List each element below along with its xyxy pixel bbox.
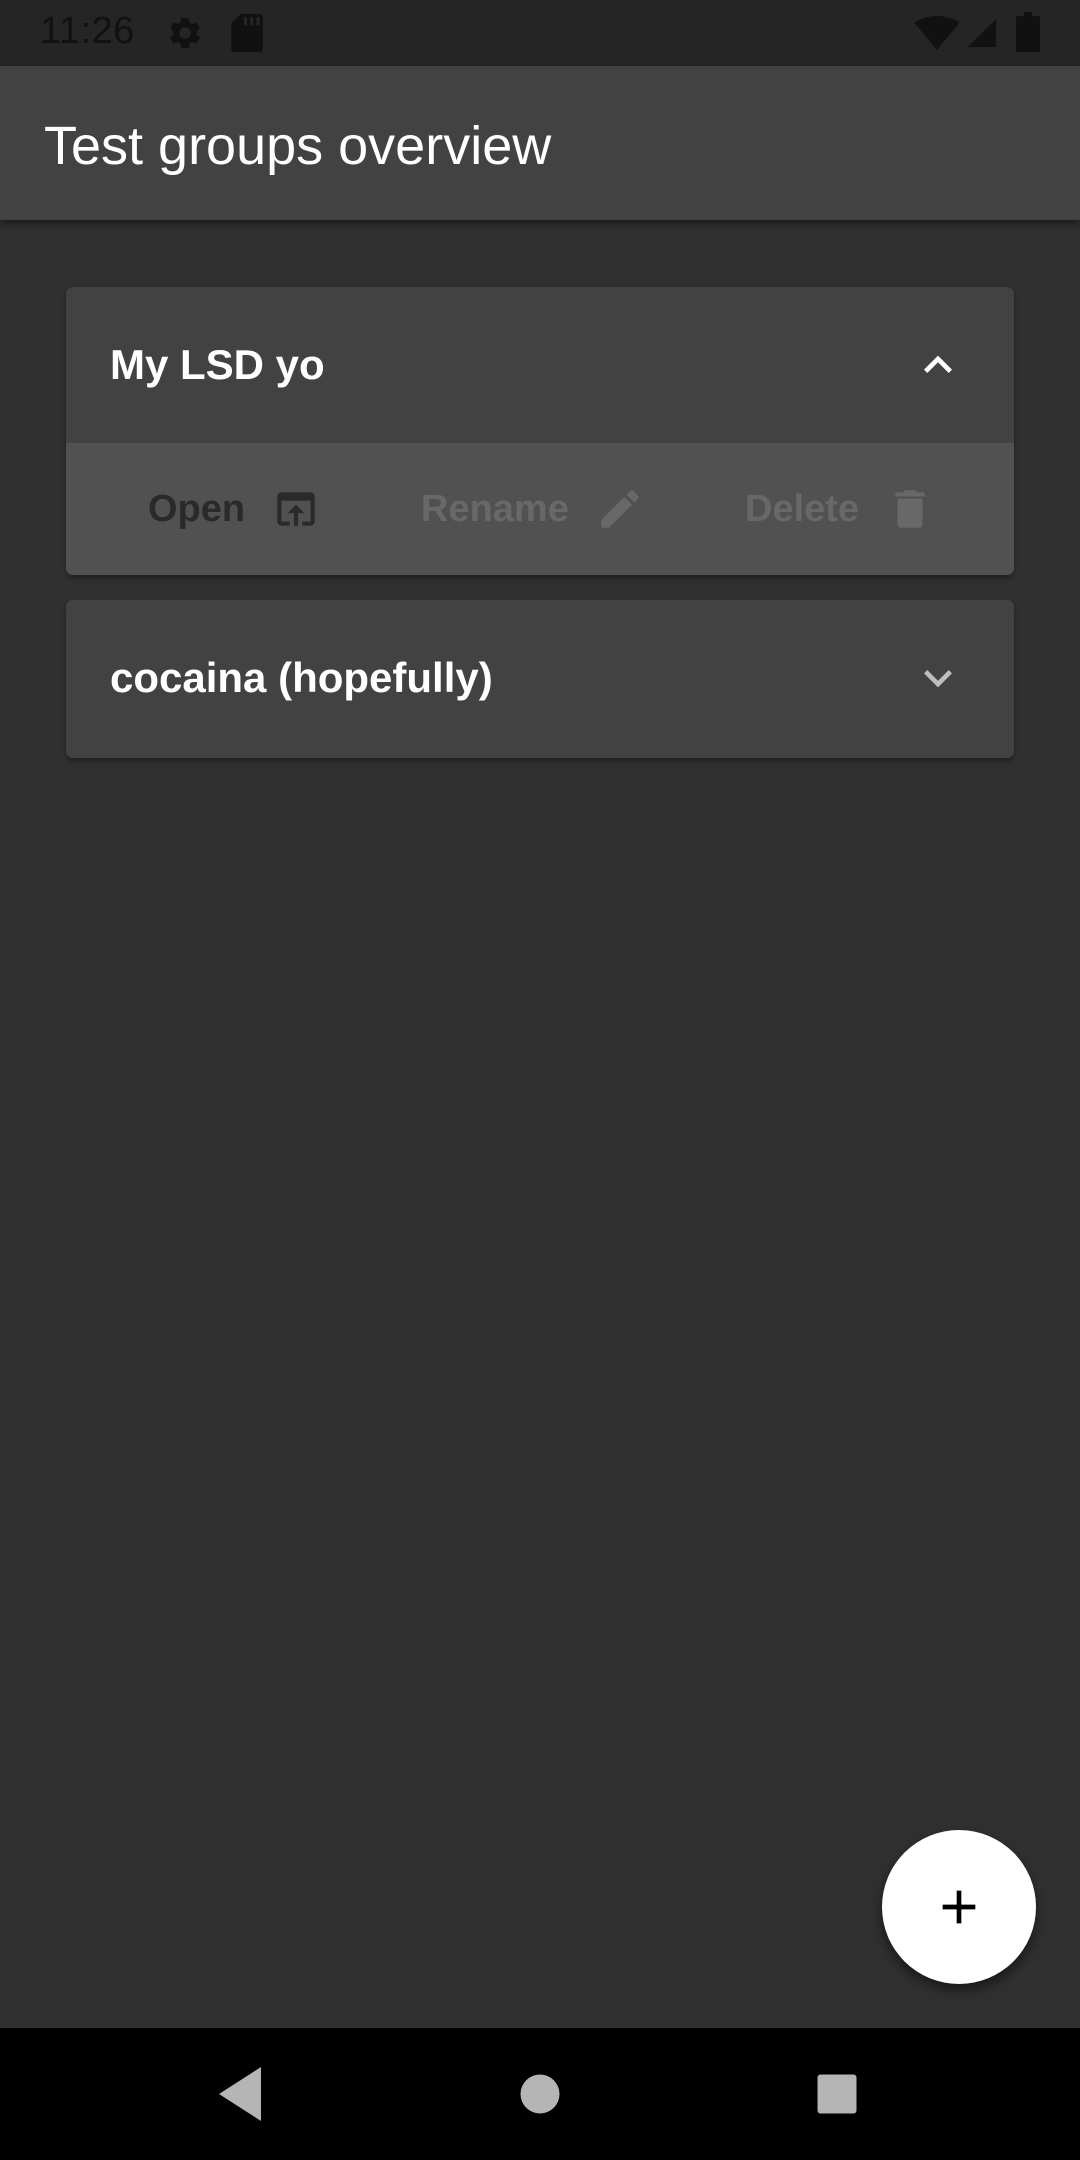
- page-title: Test groups overview: [44, 116, 552, 176]
- group-actions: Open Rename Delete: [66, 443, 1014, 575]
- recents-icon[interactable]: [801, 2058, 873, 2130]
- group-title: cocaina (hopefully): [110, 654, 493, 701]
- plus-icon: [942, 1890, 976, 1924]
- navigation-bar: [0, 2028, 1080, 2160]
- group-panel-2: cocaina (hopefully): [66, 600, 1014, 758]
- delete-button[interactable]: Delete: [745, 443, 935, 575]
- rename-label: Rename: [421, 487, 569, 530]
- status-time: 11:26: [40, 10, 135, 52]
- add-group-button[interactable]: [882, 1830, 1036, 1984]
- home-icon[interactable]: [504, 2058, 576, 2130]
- sd-card-icon: [231, 14, 263, 52]
- app-bar: Test groups overview: [0, 66, 1080, 220]
- signal-icon: [967, 18, 997, 48]
- open-in-icon: [277, 492, 315, 526]
- chevron-down-icon[interactable]: [910, 650, 966, 706]
- delete-label: Delete: [745, 487, 860, 530]
- battery-icon: [1016, 12, 1040, 52]
- rename-button[interactable]: Rename: [421, 443, 645, 575]
- chevron-up-icon[interactable]: [910, 337, 966, 393]
- group-title: My LSD yo: [110, 341, 325, 388]
- group-panel-1: My LSD yo Open Rename Delete: [66, 287, 1014, 575]
- back-icon[interactable]: [204, 2058, 276, 2130]
- wifi-icon: [914, 16, 960, 50]
- open-button[interactable]: Open: [148, 443, 321, 575]
- open-label: Open: [148, 487, 246, 530]
- pencil-icon: [601, 490, 639, 528]
- status-bar: 11:26: [0, 0, 1080, 66]
- trash-icon: [895, 490, 925, 528]
- group-header-1[interactable]: My LSD yo: [66, 287, 1014, 443]
- group-header-2[interactable]: cocaina (hopefully): [66, 600, 1014, 756]
- settings-icon: [170, 17, 200, 49]
